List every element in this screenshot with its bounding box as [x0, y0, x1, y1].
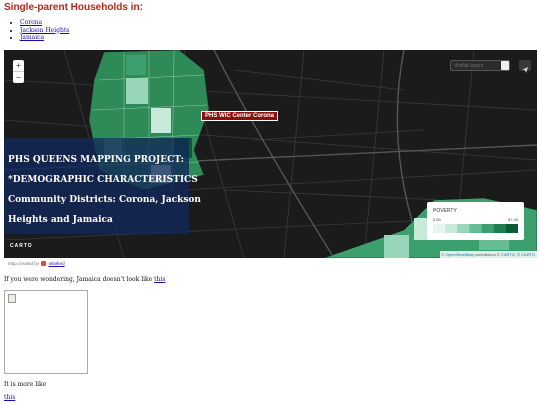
legend-min: 0.00: [433, 217, 441, 222]
legend-max: 87.45: [507, 217, 518, 222]
search-icon[interactable]: [501, 61, 509, 70]
neighborhood-links: Corona Jackson Heights Jamaica: [9, 19, 69, 42]
credit-author-link[interactable]: mlarked: [49, 261, 65, 266]
info-line-2: *DEMOGRAPHIC CHARACTERISTICS: [8, 175, 198, 185]
legend-swatch: [481, 224, 495, 233]
legend-color-bar: [433, 224, 518, 233]
locate-button[interactable]: [519, 60, 531, 73]
jamaica-this-link-1[interactable]: this: [154, 276, 165, 283]
legend-swatch: [493, 224, 507, 233]
wic-center-marker-label[interactable]: PHS WIC Center Corona: [201, 111, 279, 121]
zoom-out-button[interactable]: −: [13, 72, 24, 83]
locate-arrow-icon: [522, 67, 528, 73]
more-like-text: It is more like: [4, 381, 47, 388]
jamaica-this-link-2[interactable]: this: [4, 394, 15, 401]
legend-title: POVERTY: [433, 208, 457, 214]
map-attribution: © OpenStreetMap contributors © CARTO, © …: [439, 251, 537, 258]
legend-swatch: [457, 224, 470, 233]
jamaica-note-text: If you were wondering, Jamaica doesn't l…: [4, 276, 155, 283]
nav-item-jackson-heights: Jackson Heights: [20, 27, 69, 35]
info-line-3: Community Districts: Corona, Jackson: [8, 195, 201, 205]
carto-icon: [41, 261, 47, 267]
link-jamaica[interactable]: Jamaica: [20, 34, 44, 41]
legend-swatch: [469, 224, 482, 233]
carto-link-1[interactable]: CARTO: [501, 252, 515, 257]
zoom-in-button[interactable]: +: [13, 60, 24, 72]
broken-image-icon: [8, 294, 16, 303]
broken-image: [4, 290, 88, 374]
project-info-box: PHS QUEENS MAPPING PROJECT: *DEMOGRAPHIC…: [4, 138, 201, 234]
link-corona[interactable]: Corona: [20, 19, 42, 26]
link-jackson-heights[interactable]: Jackson Heights: [20, 27, 69, 34]
nav-item-corona: Corona: [20, 19, 69, 27]
jamaica-note: If you were wondering, Jamaica doesn't l…: [4, 276, 165, 283]
osm-link[interactable]: OpenStreetMap: [446, 252, 474, 257]
legend-swatch: [505, 224, 518, 233]
legend-swatch: [445, 224, 458, 233]
info-line-1: PHS QUEENS MAPPING PROJECT:: [8, 155, 184, 165]
carto-link-2[interactable]: CARTO: [521, 252, 535, 257]
map-credit: Map created by mlarked: [8, 261, 65, 267]
map-view[interactable]: + − PHS WIC Center Corona PHS QUEENS MAP…: [4, 50, 537, 258]
credit-prefix: Map created by: [8, 261, 40, 266]
nav-item-jamaica: Jamaica: [20, 34, 69, 42]
legend-swatch: [433, 224, 446, 233]
zoom-controls: + −: [13, 60, 24, 83]
poverty-legend: POVERTY 0.00 87.45: [427, 202, 524, 240]
info-line-4: Heights and Jamaica: [8, 215, 113, 225]
attribution-text: contributors ©: [473, 252, 501, 257]
carto-logo: CARTO: [10, 243, 33, 249]
page-title: Single-parent Households in:: [4, 2, 143, 13]
